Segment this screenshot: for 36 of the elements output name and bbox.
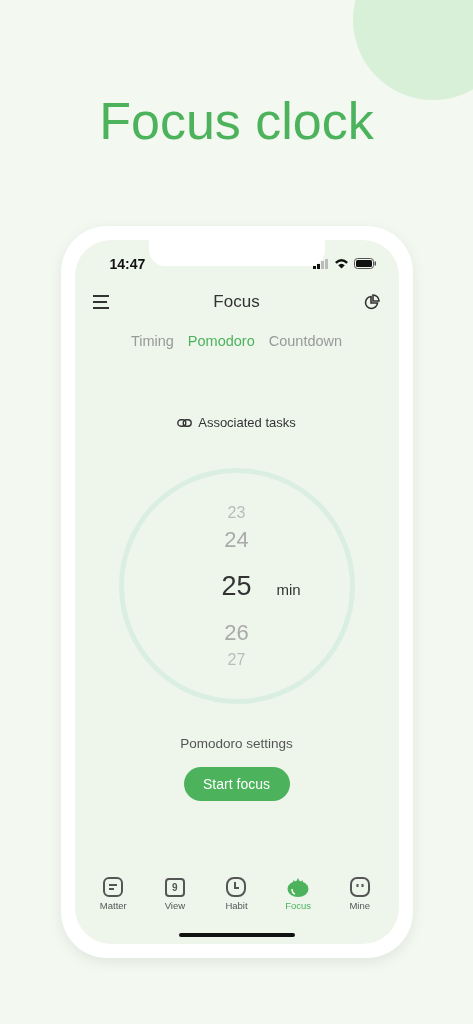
associated-tasks-link[interactable]: Associated tasks [198, 415, 296, 430]
clock-icon [226, 877, 247, 897]
headline: Focus clock [99, 91, 374, 152]
pie-chart-icon[interactable] [364, 294, 381, 310]
nav-label: Focus [285, 900, 311, 911]
signal-icon [312, 258, 329, 269]
nav-label: View [164, 900, 186, 911]
pomodoro-settings-link[interactable]: Pomodoro settings [180, 736, 293, 751]
wifi-icon [333, 258, 349, 269]
minute-option[interactable]: 23 [227, 504, 246, 521]
mode-tab[interactable]: Timing [130, 333, 174, 349]
minute-option[interactable]: 26 [224, 621, 249, 644]
note-icon [103, 877, 124, 897]
minute-option[interactable]: 25 [221, 572, 252, 600]
battery-icon [353, 258, 377, 269]
nav-label: Habit [225, 900, 248, 911]
mode-tab[interactable]: Countdown [268, 333, 343, 349]
start-focus-button[interactable]: Start focus [183, 767, 290, 801]
tomato-icon [287, 877, 310, 897]
nav-item[interactable]: Mine [334, 877, 385, 911]
mode-tab[interactable]: Pomodoro [187, 333, 255, 349]
nav-label: Matter [99, 900, 127, 911]
status-time: 14:47 [109, 255, 146, 272]
nav-item[interactable]: 9 View [149, 877, 200, 911]
minute-option[interactable]: 24 [224, 528, 249, 551]
link-icon [177, 418, 193, 427]
calendar-icon: 9 [164, 878, 185, 897]
nav-item[interactable]: Focus [273, 877, 324, 911]
menu-icon[interactable] [92, 295, 109, 309]
minute-option[interactable]: 27 [227, 651, 246, 668]
face-icon [349, 877, 370, 897]
nav-label: Mine [349, 900, 370, 911]
screen-title: Focus [213, 292, 260, 312]
nav-item[interactable]: Habit [211, 877, 262, 911]
unit-label: min [276, 581, 301, 598]
nav-item[interactable]: Matter [88, 877, 139, 911]
